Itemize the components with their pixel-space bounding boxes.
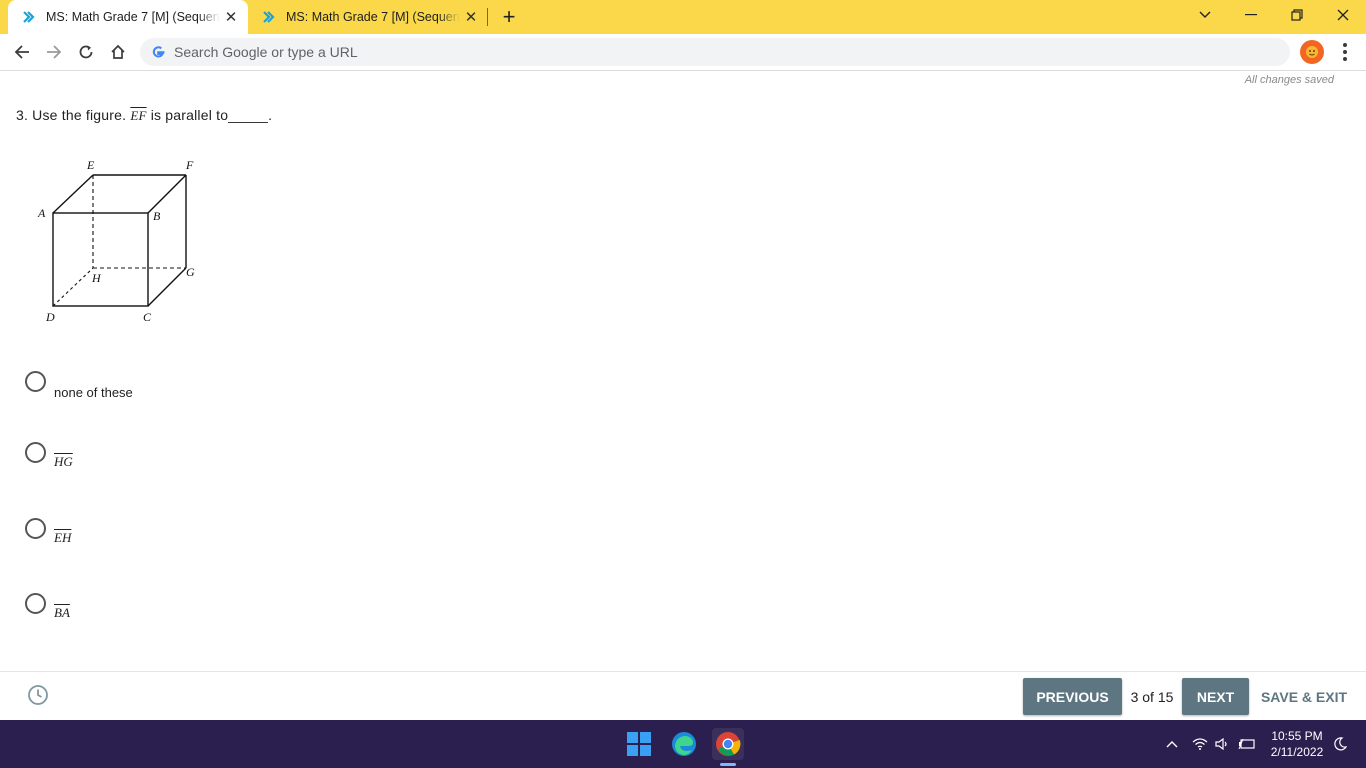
tab-title: MS: Math Grade 7 [M] (Sequential) bbox=[286, 10, 460, 24]
site-favicon-icon bbox=[260, 9, 276, 25]
tab-search-chevron-icon[interactable] bbox=[1182, 0, 1228, 30]
question-suffix: is parallel to_____. bbox=[150, 107, 273, 123]
new-tab-icon[interactable]: + bbox=[497, 4, 521, 29]
system-time: 10:55 PM bbox=[1271, 729, 1323, 743]
answer-option-eh[interactable]: EH bbox=[25, 518, 425, 558]
restore-icon[interactable] bbox=[1274, 0, 1320, 30]
close-tab-icon[interactable]: ✕ bbox=[460, 6, 482, 28]
answer-option-ba[interactable]: BA bbox=[25, 593, 425, 633]
cube-diagram: E F A B H G D C bbox=[37, 158, 195, 324]
google-icon bbox=[152, 46, 165, 58]
volume-icon[interactable] bbox=[1212, 734, 1232, 754]
save-and-exit-button[interactable]: SAVE & EXIT bbox=[1256, 678, 1352, 715]
windows-start-icon[interactable] bbox=[623, 728, 655, 760]
cube-edge-cg bbox=[147, 267, 187, 307]
label-c: C bbox=[143, 310, 152, 324]
cube-edge-ae bbox=[52, 174, 94, 214]
option-label: none of these bbox=[54, 385, 133, 400]
next-button[interactable]: NEXT bbox=[1182, 678, 1249, 715]
radio-button[interactable] bbox=[25, 371, 46, 392]
close-tab-icon[interactable]: ✕ bbox=[220, 6, 242, 28]
notifications-moon-icon[interactable] bbox=[1330, 734, 1350, 754]
question-navigation-bar: PREVIOUS 3 of 15 NEXT SAVE & EXIT bbox=[0, 671, 1366, 720]
label-h: H bbox=[91, 271, 102, 285]
label-g: G bbox=[186, 265, 195, 279]
option-label: EH bbox=[54, 530, 72, 545]
question-segment: EF bbox=[130, 108, 147, 123]
cube-figure: E F A B H G D C bbox=[30, 150, 220, 335]
radio-button[interactable] bbox=[25, 442, 46, 463]
site-favicon-icon bbox=[20, 9, 36, 25]
previous-button[interactable]: PREVIOUS bbox=[1023, 678, 1122, 715]
clock-icon[interactable] bbox=[27, 684, 49, 706]
answer-option-none[interactable]: none of these bbox=[25, 371, 425, 411]
browser-tab-active[interactable]: MS: Math Grade 7 [M] (Sequential) ✕ bbox=[8, 0, 248, 34]
edge-browser-icon[interactable] bbox=[668, 728, 700, 760]
home-icon[interactable] bbox=[104, 38, 132, 66]
label-b: B bbox=[153, 209, 161, 223]
reload-icon[interactable] bbox=[72, 38, 100, 66]
wifi-icon[interactable] bbox=[1190, 734, 1210, 754]
minimize-icon[interactable] bbox=[1228, 0, 1274, 30]
answer-option-hg[interactable]: HG bbox=[25, 442, 425, 482]
battery-icon[interactable] bbox=[1237, 734, 1257, 754]
page-counter: 3 of 15 bbox=[1130, 688, 1174, 705]
url-search-input[interactable] bbox=[174, 44, 1174, 60]
label-e: E bbox=[86, 158, 95, 172]
forward-arrow-icon[interactable] bbox=[40, 38, 68, 66]
show-hidden-icons-chevron-icon[interactable] bbox=[1162, 734, 1182, 754]
tab-strip: MS: Math Grade 7 [M] (Sequential) ✕ MS: … bbox=[0, 0, 1366, 34]
os-taskbar: 10:55 PM 2/11/2022 bbox=[0, 720, 1366, 768]
system-date: 2/11/2022 bbox=[1270, 745, 1324, 759]
back-arrow-icon[interactable] bbox=[8, 38, 36, 66]
tab-title: MS: Math Grade 7 [M] (Sequential) bbox=[46, 10, 220, 24]
option-label: BA bbox=[54, 605, 70, 620]
radio-button[interactable] bbox=[25, 518, 46, 539]
tab-separator bbox=[487, 8, 488, 26]
browser-menu-icon[interactable] bbox=[1334, 38, 1356, 66]
radio-button[interactable] bbox=[25, 593, 46, 614]
profile-avatar[interactable] bbox=[1300, 40, 1324, 64]
cube-edge-bf bbox=[147, 174, 187, 214]
question-prefix: 3. Use the figure. bbox=[16, 107, 127, 123]
save-status: All changes saved bbox=[1244, 74, 1334, 86]
system-clock[interactable]: 10:55 PM 2/11/2022 bbox=[1262, 728, 1332, 760]
browser-tab[interactable]: MS: Math Grade 7 [M] (Sequential) ✕ bbox=[248, 0, 488, 34]
label-f: F bbox=[185, 158, 194, 172]
chrome-browser-icon[interactable] bbox=[712, 728, 744, 760]
active-app-indicator bbox=[720, 763, 736, 766]
close-window-icon[interactable] bbox=[1320, 0, 1366, 30]
option-label: HG bbox=[54, 454, 73, 469]
label-d: D bbox=[45, 310, 55, 324]
cube-edge-dh bbox=[52, 267, 94, 307]
browser-toolbar bbox=[0, 34, 1366, 71]
question-text: 3. Use the figure. EF is parallel to____… bbox=[16, 107, 272, 124]
label-a: A bbox=[37, 206, 46, 220]
address-bar[interactable] bbox=[140, 38, 1290, 66]
